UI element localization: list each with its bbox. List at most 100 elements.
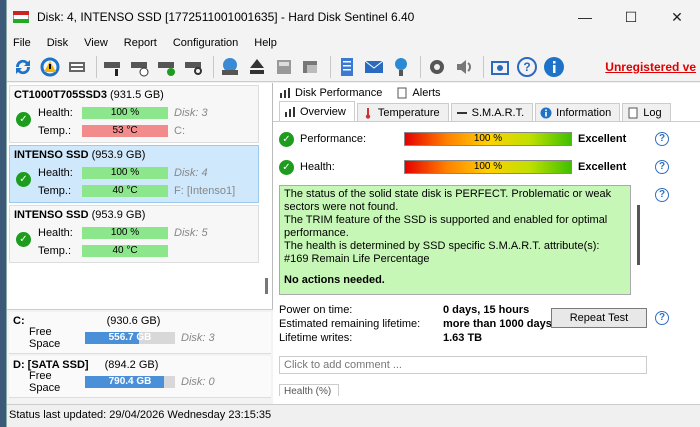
toolbar-separator [483, 55, 484, 78]
writes-value: 1.63 TB [443, 332, 483, 344]
tab-information[interactable]: Information [535, 103, 621, 121]
speaker-icon[interactable] [452, 55, 476, 79]
thermometer-icon [365, 107, 371, 119]
writes-label: Lifetime writes: [279, 332, 353, 344]
menu-view[interactable]: View [78, 37, 114, 49]
refresh-icon[interactable] [11, 55, 35, 79]
disk-drive-icon[interactable] [65, 55, 89, 79]
tab-disk-performance[interactable]: Disk Performance [279, 87, 382, 99]
performance-help-icon[interactable]: ? [655, 132, 669, 146]
temp-row: Temp.: 40 °C F: [Intenso1] [10, 182, 258, 200]
lifetime-value: more than 1000 days [443, 318, 552, 330]
tab-label: Information [556, 106, 612, 119]
refresh-alert-icon[interactable] [38, 55, 62, 79]
tab-temperature[interactable]: Temperature [356, 103, 449, 121]
health-label: Health: [300, 161, 335, 173]
health-row: Health: 100 % Disk: 3 [10, 104, 258, 122]
comment-field[interactable]: Click to add comment ... [279, 356, 647, 374]
repeat-test-button[interactable]: Repeat Test [551, 308, 647, 328]
disk-search-icon[interactable] [182, 55, 206, 79]
disk-pack-icon[interactable] [272, 55, 296, 79]
menu-file[interactable]: File [7, 37, 37, 49]
scrollbar-thumb[interactable] [637, 205, 640, 265]
status-message-line: The health is determined by SSD specific… [284, 240, 600, 265]
smart-icon [456, 111, 467, 114]
minimize-icon[interactable]: — [562, 0, 608, 34]
menu-report[interactable]: Report [118, 37, 163, 49]
disk-schedule-icon[interactable] [128, 55, 152, 79]
free-space-row: Free Space 790.4 GB Disk: 0 [9, 370, 271, 394]
performance-row: ✓ Performance: 100 % Excellent [279, 130, 626, 148]
close-icon[interactable]: ✕ [654, 0, 700, 34]
repeat-test-help-icon[interactable]: ? [655, 311, 669, 325]
toolbar-separator [420, 55, 421, 78]
network-icon[interactable] [389, 55, 413, 79]
disk-card-1[interactable]: CT1000T705SSD3 (931.5 GB) ✓ Health: 100 … [9, 85, 259, 143]
tab-smart[interactable]: S.M.A.R.T. [450, 103, 534, 121]
tab-label: Temperature [377, 106, 440, 119]
health-row: Health: 100 % Disk: 5 [10, 224, 258, 242]
disk-card-3[interactable]: INTENSO SSD (953.9 GB) ✓ Health: 100 % D… [9, 205, 259, 263]
message-scrollbar[interactable] [633, 185, 645, 295]
toolbar-separator [96, 55, 97, 78]
help-icon[interactable]: ? [515, 55, 539, 79]
health-chart-tab[interactable]: Health (%) [279, 384, 339, 396]
disk-list-scrollbar[interactable] [265, 278, 268, 294]
menu-configuration[interactable]: Configuration [167, 37, 244, 49]
tab-alerts[interactable]: Alerts [396, 87, 441, 99]
tab-log[interactable]: Log [622, 103, 671, 121]
status-message-action: No actions needed. [284, 274, 385, 286]
unregistered-link[interactable]: Unregistered ve [605, 60, 696, 74]
disk-name: CT1000T705SSD3 [14, 89, 107, 101]
drive-letter: C: [174, 125, 185, 137]
info-icon [540, 107, 552, 118]
performance-label: Performance: [300, 133, 367, 145]
health-bar: 100 % [82, 167, 168, 179]
disk-title: INTENSO SSD (953.9 GB) [10, 146, 258, 164]
health-status: Excellent [578, 161, 627, 173]
menu-help[interactable]: Help [248, 37, 283, 49]
chart-icon [285, 106, 295, 117]
svg-text:?: ? [523, 60, 530, 74]
free-space-bar: 790.4 GB [85, 376, 175, 388]
status-message-box: The status of the solid state disk is PE… [279, 185, 631, 295]
volume-size: (930.6 GB) [106, 315, 161, 327]
health-help-icon[interactable]: ? [655, 160, 669, 174]
info-icon[interactable] [542, 55, 566, 79]
disk-card-2[interactable]: INTENSO SSD (953.9 GB) ✓ Health: 100 % D… [9, 145, 259, 203]
main-area: CT1000T705SSD3 (931.5 GB) ✓ Health: 100 … [7, 83, 700, 404]
message-help-icon[interactable]: ? [655, 188, 669, 202]
maximize-icon[interactable]: ☐ [608, 0, 654, 34]
document-icon [397, 87, 407, 99]
drive-letter: F: [Intenso1] [174, 185, 236, 197]
temp-bar: 53 °C [82, 125, 168, 137]
menu-disk[interactable]: Disk [41, 37, 74, 49]
main-tabs: Overview Temperature S.M.A.R.T. Informat… [279, 101, 673, 121]
disk-name: INTENSO SSD [14, 209, 89, 221]
disk-cloud-icon[interactable] [218, 55, 242, 79]
volume-size: (894.2 GB) [104, 359, 159, 371]
eject-icon[interactable] [245, 55, 269, 79]
tab-overview[interactable]: Overview [279, 101, 355, 121]
temp-label: Temp.: [38, 245, 72, 257]
temp-bar: 40 °C [82, 245, 168, 257]
disk-test-icon[interactable] [101, 55, 125, 79]
writes-row: Lifetime writes: 1.63 TB [279, 332, 482, 346]
temp-label: Temp.: [38, 185, 72, 197]
disk-title: CT1000T705SSD3 (931.5 GB) [10, 86, 258, 104]
volume-item[interactable]: C: (930.6 GB) Free Space 556.7 GB Disk: 3 [9, 312, 271, 354]
power-on-label: Power on time: [279, 304, 353, 316]
report-icon[interactable] [335, 55, 359, 79]
mail-icon[interactable] [362, 55, 386, 79]
disk-copy-icon[interactable] [299, 55, 323, 79]
gear-icon[interactable] [425, 55, 449, 79]
chart-icon [280, 88, 290, 98]
screenshot-icon[interactable] [488, 55, 512, 79]
tab-label: Alerts [412, 87, 441, 99]
performance-status: Excellent [578, 133, 627, 145]
volume-item[interactable]: D: [SATA SSD] (894.2 GB) Free Space 790.4… [9, 356, 271, 398]
health-label: Health: [38, 107, 73, 119]
status-ok-icon: ✓ [279, 131, 294, 147]
health-bar: 100 % [404, 160, 572, 174]
disk-ok-icon[interactable] [155, 55, 179, 79]
